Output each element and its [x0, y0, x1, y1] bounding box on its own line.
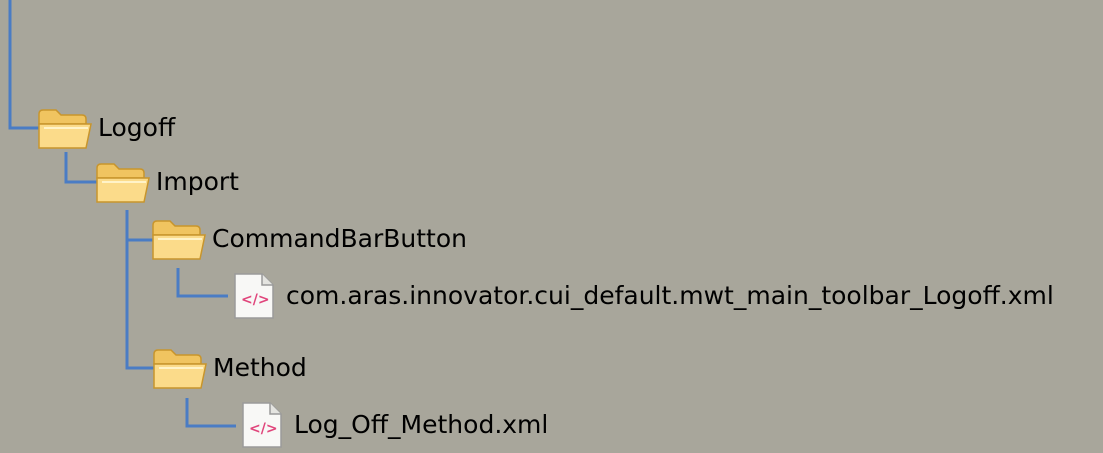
- xml-file-icon: </>: [232, 272, 276, 320]
- xml-file-icon: </>: [240, 401, 284, 449]
- folder-open-icon: [151, 344, 209, 392]
- tree-node-commandbarbutton[interactable]: CommandBarButton: [150, 213, 467, 265]
- folder-open-icon: [36, 104, 94, 152]
- svg-text:</>: </>: [241, 292, 270, 308]
- tree-node-label: Logoff: [98, 113, 176, 142]
- svg-text:</>: </>: [249, 421, 278, 437]
- folder-open-icon: [94, 158, 152, 206]
- tree-node-label: CommandBarButton: [212, 224, 467, 253]
- tree-node-method[interactable]: Method: [151, 342, 307, 394]
- tree-node-label: com.aras.innovator.cui_default.mwt_main_…: [286, 281, 1054, 310]
- tree-node-toolbar-xml[interactable]: </> com.aras.innovator.cui_default.mwt_m…: [232, 270, 1054, 322]
- connector-commandbar-xml: [176, 268, 228, 298]
- tree-node-logoff[interactable]: Logoff: [36, 102, 175, 154]
- tree-node-label: Import: [156, 167, 239, 196]
- tree-node-import[interactable]: Import: [94, 156, 239, 208]
- tree-node-label: Method: [213, 353, 307, 382]
- tree-node-label: Log_Off_Method.xml: [294, 410, 549, 439]
- folder-open-icon: [150, 215, 208, 263]
- connector-method-xml: [185, 398, 236, 428]
- tree-node-method-xml[interactable]: </> Log_Off_Method.xml: [240, 399, 548, 451]
